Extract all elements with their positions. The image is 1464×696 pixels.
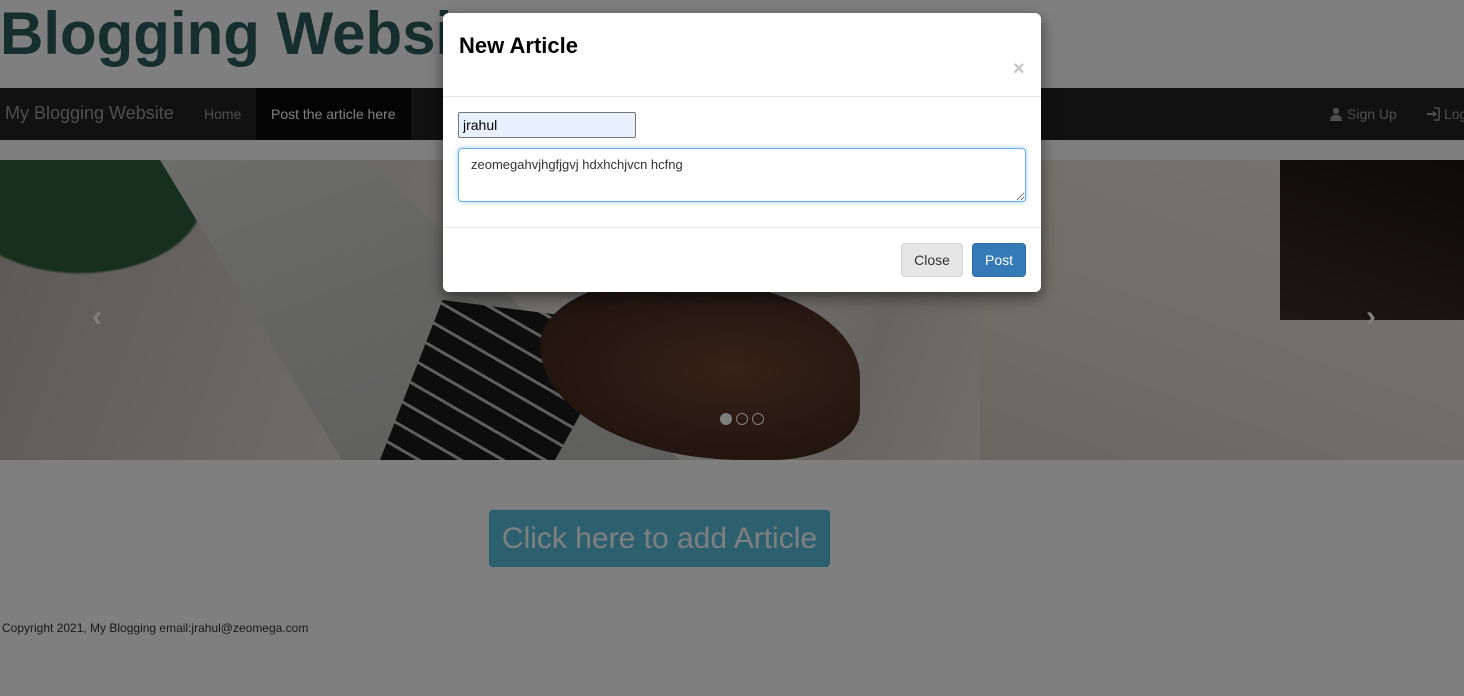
modal-title: New Article bbox=[459, 33, 579, 58]
close-icon[interactable]: × bbox=[1013, 59, 1025, 79]
close-button[interactable]: Close bbox=[901, 243, 963, 277]
new-article-modal: New Article × zeomegahvjhgfjgvj hdxhchjv… bbox=[443, 13, 1041, 292]
author-input[interactable] bbox=[458, 112, 636, 138]
modal-header: New Article × bbox=[443, 13, 1041, 97]
article-content-textarea[interactable]: zeomegahvjhgfjgvj hdxhchjvcn hcfng bbox=[458, 148, 1026, 202]
post-button[interactable]: Post bbox=[972, 243, 1026, 277]
